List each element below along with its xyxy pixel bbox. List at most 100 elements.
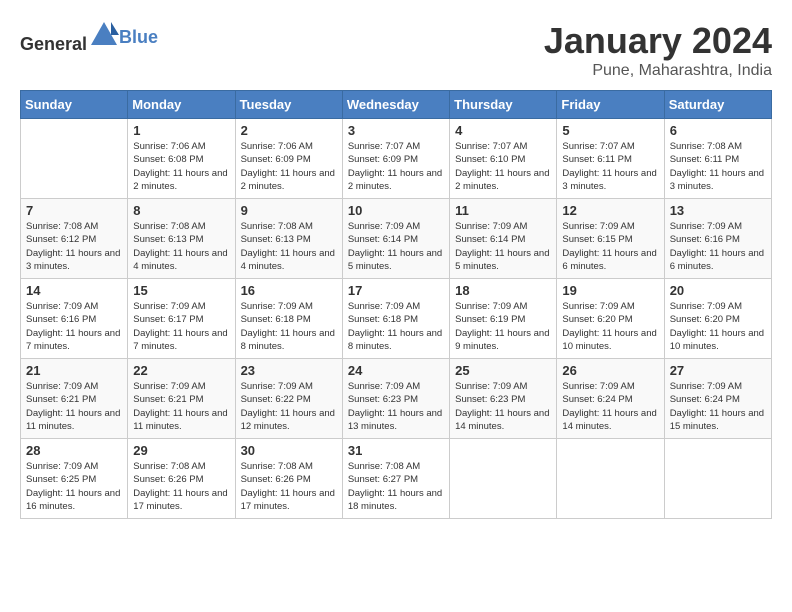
day-info: Sunrise: 7:09 AMSunset: 6:20 PMDaylight:… xyxy=(670,300,766,353)
day-number: 24 xyxy=(348,363,444,378)
day-number: 22 xyxy=(133,363,229,378)
day-number: 28 xyxy=(26,443,122,458)
day-info: Sunrise: 7:09 AMSunset: 6:21 PMDaylight:… xyxy=(26,380,122,433)
day-cell: 30 Sunrise: 7:08 AMSunset: 6:26 PMDayligh… xyxy=(235,439,342,519)
day-info: Sunrise: 7:09 AMSunset: 6:14 PMDaylight:… xyxy=(455,220,551,273)
header-sunday: Sunday xyxy=(21,91,128,119)
day-info: Sunrise: 7:06 AMSunset: 6:08 PMDaylight:… xyxy=(133,140,229,193)
day-info: Sunrise: 7:08 AMSunset: 6:12 PMDaylight:… xyxy=(26,220,122,273)
day-number: 9 xyxy=(241,203,337,218)
day-info: Sunrise: 7:06 AMSunset: 6:09 PMDaylight:… xyxy=(241,140,337,193)
day-number: 27 xyxy=(670,363,766,378)
week-row-3: 21Sunrise: 7:09 AMSunset: 6:21 PMDayligh… xyxy=(21,359,772,439)
day-cell: 11 Sunrise: 7:09 AMSunset: 6:14 PMDayligh… xyxy=(450,199,557,279)
day-info: Sunrise: 7:09 AMSunset: 6:21 PMDaylight:… xyxy=(133,380,229,433)
day-cell: 1 Sunrise: 7:06 AMSunset: 6:08 PMDaylight… xyxy=(128,119,235,199)
day-cell xyxy=(450,439,557,519)
day-info: Sunrise: 7:07 AMSunset: 6:09 PMDaylight:… xyxy=(348,140,444,193)
day-number: 31 xyxy=(348,443,444,458)
day-number: 13 xyxy=(670,203,766,218)
calendar-header-row: SundayMondayTuesdayWednesdayThursdayFrid… xyxy=(21,91,772,119)
day-info: Sunrise: 7:08 AMSunset: 6:11 PMDaylight:… xyxy=(670,140,766,193)
day-number: 29 xyxy=(133,443,229,458)
day-cell: 15 Sunrise: 7:09 AMSunset: 6:17 PMDayligh… xyxy=(128,279,235,359)
day-cell: 22 Sunrise: 7:09 AMSunset: 6:21 PMDayligh… xyxy=(128,359,235,439)
day-cell xyxy=(21,119,128,199)
day-cell: 6Sunrise: 7:08 AMSunset: 6:11 PMDaylight… xyxy=(664,119,771,199)
day-cell: 2 Sunrise: 7:06 AMSunset: 6:09 PMDaylight… xyxy=(235,119,342,199)
day-number: 23 xyxy=(241,363,337,378)
day-cell: 26 Sunrise: 7:09 AMSunset: 6:24 PMDayligh… xyxy=(557,359,664,439)
day-cell: 23 Sunrise: 7:09 AMSunset: 6:22 PMDayligh… xyxy=(235,359,342,439)
day-cell: 10 Sunrise: 7:09 AMSunset: 6:14 PMDayligh… xyxy=(342,199,449,279)
day-number: 17 xyxy=(348,283,444,298)
day-cell: 12Sunrise: 7:09 AMSunset: 6:15 PMDayligh… xyxy=(557,199,664,279)
day-cell: 18 Sunrise: 7:09 AMSunset: 6:19 PMDayligh… xyxy=(450,279,557,359)
day-info: Sunrise: 7:09 AMSunset: 6:24 PMDaylight:… xyxy=(670,380,766,433)
day-number: 19 xyxy=(562,283,658,298)
day-info: Sunrise: 7:09 AMSunset: 6:20 PMDaylight:… xyxy=(562,300,658,353)
day-number: 25 xyxy=(455,363,551,378)
location-subtitle: Pune, Maharashtra, India xyxy=(544,62,772,80)
header-wednesday: Wednesday xyxy=(342,91,449,119)
calendar-table: SundayMondayTuesdayWednesdayThursdayFrid… xyxy=(20,90,772,519)
day-info: Sunrise: 7:09 AMSunset: 6:23 PMDaylight:… xyxy=(348,380,444,433)
day-info: Sunrise: 7:09 AMSunset: 6:17 PMDaylight:… xyxy=(133,300,229,353)
day-info: Sunrise: 7:08 AMSunset: 6:26 PMDaylight:… xyxy=(241,460,337,513)
day-info: Sunrise: 7:09 AMSunset: 6:18 PMDaylight:… xyxy=(241,300,337,353)
day-cell: 28 Sunrise: 7:09 AMSunset: 6:25 PMDayligh… xyxy=(21,439,128,519)
day-number: 15 xyxy=(133,283,229,298)
day-info: Sunrise: 7:09 AMSunset: 6:14 PMDaylight:… xyxy=(348,220,444,273)
month-year-title: January 2024 xyxy=(544,20,772,62)
day-info: Sunrise: 7:09 AMSunset: 6:16 PMDaylight:… xyxy=(670,220,766,273)
day-cell: 29 Sunrise: 7:08 AMSunset: 6:26 PMDayligh… xyxy=(128,439,235,519)
day-cell: 4Sunrise: 7:07 AMSunset: 6:10 PMDaylight… xyxy=(450,119,557,199)
header-saturday: Saturday xyxy=(664,91,771,119)
day-cell: 20Sunrise: 7:09 AMSunset: 6:20 PMDayligh… xyxy=(664,279,771,359)
day-number: 30 xyxy=(241,443,337,458)
header-friday: Friday xyxy=(557,91,664,119)
logo-general: General xyxy=(20,34,87,54)
day-info: Sunrise: 7:09 AMSunset: 6:18 PMDaylight:… xyxy=(348,300,444,353)
day-number: 2 xyxy=(241,123,337,138)
header-tuesday: Tuesday xyxy=(235,91,342,119)
day-number: 16 xyxy=(241,283,337,298)
logo-blue: Blue xyxy=(119,27,158,48)
header-monday: Monday xyxy=(128,91,235,119)
day-cell: 17 Sunrise: 7:09 AMSunset: 6:18 PMDayligh… xyxy=(342,279,449,359)
day-number: 10 xyxy=(348,203,444,218)
day-cell: 24 Sunrise: 7:09 AMSunset: 6:23 PMDayligh… xyxy=(342,359,449,439)
day-number: 11 xyxy=(455,203,551,218)
day-cell: 8Sunrise: 7:08 AMSunset: 6:13 PMDaylight… xyxy=(128,199,235,279)
day-cell: 13 Sunrise: 7:09 AMSunset: 6:16 PMDayligh… xyxy=(664,199,771,279)
day-number: 26 xyxy=(562,363,658,378)
title-block: January 2024 Pune, Maharashtra, India xyxy=(544,20,772,80)
week-row-4: 28 Sunrise: 7:09 AMSunset: 6:25 PMDayligh… xyxy=(21,439,772,519)
day-number: 5 xyxy=(562,123,658,138)
week-row-2: 14Sunrise: 7:09 AMSunset: 6:16 PMDayligh… xyxy=(21,279,772,359)
day-cell: 19 Sunrise: 7:09 AMSunset: 6:20 PMDayligh… xyxy=(557,279,664,359)
day-info: Sunrise: 7:09 AMSunset: 6:25 PMDaylight:… xyxy=(26,460,122,513)
day-cell: 25Sunrise: 7:09 AMSunset: 6:23 PMDayligh… xyxy=(450,359,557,439)
day-info: Sunrise: 7:08 AMSunset: 6:27 PMDaylight:… xyxy=(348,460,444,513)
day-cell xyxy=(557,439,664,519)
day-info: Sunrise: 7:09 AMSunset: 6:22 PMDaylight:… xyxy=(241,380,337,433)
day-number: 3 xyxy=(348,123,444,138)
header-thursday: Thursday xyxy=(450,91,557,119)
day-number: 1 xyxy=(133,123,229,138)
day-number: 18 xyxy=(455,283,551,298)
day-info: Sunrise: 7:09 AMSunset: 6:24 PMDaylight:… xyxy=(562,380,658,433)
week-row-0: 1 Sunrise: 7:06 AMSunset: 6:08 PMDaylight… xyxy=(21,119,772,199)
day-info: Sunrise: 7:07 AMSunset: 6:10 PMDaylight:… xyxy=(455,140,551,193)
day-info: Sunrise: 7:08 AMSunset: 6:13 PMDaylight:… xyxy=(133,220,229,273)
day-cell: 14Sunrise: 7:09 AMSunset: 6:16 PMDayligh… xyxy=(21,279,128,359)
day-cell: 31 Sunrise: 7:08 AMSunset: 6:27 PMDayligh… xyxy=(342,439,449,519)
day-info: Sunrise: 7:09 AMSunset: 6:19 PMDaylight:… xyxy=(455,300,551,353)
day-cell: 9Sunrise: 7:08 AMSunset: 6:13 PMDaylight… xyxy=(235,199,342,279)
day-info: Sunrise: 7:08 AMSunset: 6:26 PMDaylight:… xyxy=(133,460,229,513)
day-info: Sunrise: 7:09 AMSunset: 6:15 PMDaylight:… xyxy=(562,220,658,273)
week-row-1: 7 Sunrise: 7:08 AMSunset: 6:12 PMDaylight… xyxy=(21,199,772,279)
page-header: General Blue January 2024 Pune, Maharash… xyxy=(20,20,772,80)
day-number: 7 xyxy=(26,203,122,218)
day-info: Sunrise: 7:09 AMSunset: 6:16 PMDaylight:… xyxy=(26,300,122,353)
